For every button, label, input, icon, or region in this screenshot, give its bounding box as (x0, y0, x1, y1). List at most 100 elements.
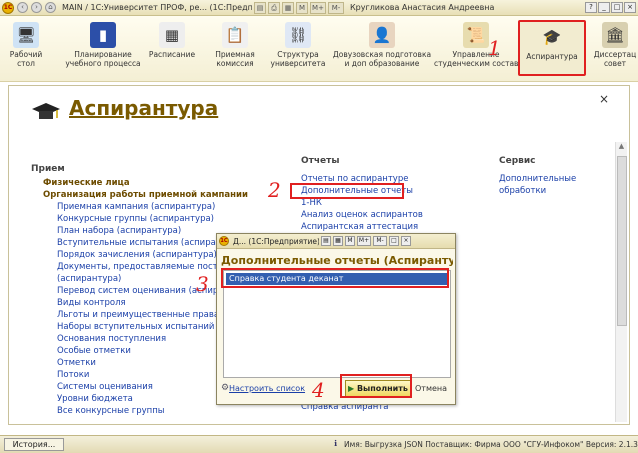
annotation-number: 1 (488, 36, 501, 60)
minimize-icon[interactable]: _ (598, 2, 610, 13)
left-link[interactable]: Порядок зачисления (аспирантура) (57, 250, 217, 260)
help-icon[interactable]: ? (585, 2, 597, 13)
tool-students[interactable]: 📜 Управление студенческим составом (434, 22, 529, 68)
tool-schedule[interactable]: ▦ Расписание (144, 22, 200, 59)
structure-icon: ⛓ (285, 22, 311, 48)
cancel-button[interactable]: Отмена (415, 384, 447, 393)
close-window-icon[interactable]: × (401, 236, 411, 246)
left-link[interactable]: Особые отметки (57, 346, 131, 356)
mplus-button[interactable]: M+ (310, 1, 326, 14)
configure-list-link[interactable]: Настроить список (229, 384, 305, 393)
save-icon[interactable]: ▤ (254, 1, 266, 14)
print-icon[interactable]: ⎙ (268, 1, 280, 14)
title-bar: 1C ‹ › ⌂ MAIN / 1С:Университет ПРОФ, ре.… (0, 0, 638, 16)
dialog-titlebar: 1C Д... (1С:Предприятие) ▤ ▦ M M+ M- □ × (217, 234, 455, 249)
mminus-button[interactable]: M- (328, 1, 344, 14)
left-link[interactable]: Наборы вступительных испытаний (57, 322, 214, 332)
physical-persons-link[interactable]: Физические лица (43, 178, 130, 188)
graduation-cap-icon (32, 103, 60, 119)
annotation-number: 2 (268, 178, 281, 202)
service-header: Сервис (499, 156, 536, 166)
mminus-button[interactable]: M- (373, 236, 387, 246)
tool-label: Рабочий стол (9, 50, 43, 68)
back-icon[interactable]: ‹ (17, 2, 28, 13)
annotation-number: 4 (312, 378, 325, 402)
left-link[interactable]: (аспирантура) (57, 274, 121, 284)
tool-label: Управление студенческим составом (434, 50, 529, 68)
tool-label: Приемная комиссия (215, 50, 255, 68)
close-icon[interactable]: × (599, 92, 609, 106)
tool-structure[interactable]: ⛓ Структура университета (268, 22, 328, 68)
council-icon: 🏛 (602, 22, 628, 48)
m-button[interactable]: M (296, 1, 308, 14)
dialog-heading: Дополнительные отчеты (Аспиранту... (221, 254, 453, 267)
report-link[interactable]: Аспирантская аттестация (301, 222, 418, 232)
tool-postgraduate[interactable]: 🎓 Аспирантура (518, 20, 586, 76)
status-bar: История... ℹ Имя: Выгрузка JSON Поставщи… (0, 435, 638, 453)
sections-toolbar: 🖥 Рабочий стол ▮ Планирование учебного п… (0, 16, 638, 82)
admission-header: Прием (31, 164, 65, 174)
dialog-title: Д... (1С:Предприятие) (233, 236, 319, 246)
clipboard-icon: 📋 (222, 22, 248, 48)
calc-icon[interactable]: ▦ (333, 236, 343, 246)
left-link[interactable]: Льготы и преимущественные права (57, 310, 219, 320)
left-link[interactable]: План набора (аспирантура) (57, 226, 181, 236)
info-icon: ℹ (334, 439, 338, 448)
close-window-icon[interactable]: × (624, 2, 636, 13)
left-link[interactable]: Уровни бюджета (57, 394, 133, 404)
calc-icon[interactable]: ▦ (282, 1, 294, 14)
annotation-box-additional-reports (290, 183, 404, 199)
user-name: Кругликова Анастасия Андреевна (350, 3, 495, 12)
annotation-box-report-item (221, 268, 449, 288)
book-icon: ▮ (90, 22, 116, 48)
tool-label: Планирование учебного процесса (65, 50, 141, 68)
left-link[interactable]: Основания поступления (57, 334, 166, 344)
left-link[interactable]: Виды контроля (57, 298, 126, 308)
home-icon[interactable]: ⌂ (45, 2, 56, 13)
save-icon[interactable]: ▤ (321, 236, 331, 246)
calendar-icon: ▦ (159, 22, 185, 48)
app-logo-icon[interactable]: 1C (2, 1, 14, 14)
certificate-icon: 📜 (463, 22, 489, 48)
tool-council[interactable]: 🏛 Диссертац совет (592, 22, 638, 68)
additional-reports-dialog: 1C Д... (1С:Предприятие) ▤ ▦ M M+ M- □ ×… (216, 233, 456, 405)
maximize-icon[interactable]: □ (389, 236, 399, 246)
page-title: Аспирантура (69, 96, 219, 120)
mplus-button[interactable]: M+ (357, 236, 371, 246)
left-link[interactable]: Потоки (57, 370, 89, 380)
forward-icon[interactable]: › (31, 2, 42, 13)
tool-planning[interactable]: ▮ Планирование учебного процесса (64, 22, 142, 68)
tool-label: Структура университета (270, 50, 326, 68)
left-link[interactable]: Конкурсные группы (аспирантура) (57, 214, 214, 224)
scroll-up-icon[interactable]: ▲ (616, 142, 627, 154)
person-icon: 👤 (369, 22, 395, 48)
left-link[interactable]: Системы оценивания (57, 382, 153, 392)
tool-label: Аспирантура (526, 52, 578, 61)
settings-icon[interactable]: ⚙ (221, 383, 229, 393)
history-button[interactable]: История... (4, 438, 64, 451)
service-link[interactable]: Дополнительные (499, 174, 576, 184)
report-link[interactable]: Анализ оценок аспирантов (301, 210, 423, 220)
tool-desktop[interactable]: 🖥 Рабочий стол (4, 22, 48, 68)
tool-admission[interactable]: 📋 Приемная комиссия (210, 22, 260, 68)
scroll-thumb[interactable] (617, 156, 627, 326)
left-link[interactable]: Отметки (57, 358, 96, 368)
vertical-scrollbar[interactable]: ▲ (615, 142, 627, 422)
tool-label: Диссертац совет (593, 50, 637, 68)
m-button[interactable]: M (345, 236, 355, 246)
window-title: MAIN / 1С:Университет ПРОФ, ре... (1С:Пр… (62, 3, 252, 12)
status-text: Имя: Выгрузка JSON Поставщик: Фирма ООО … (344, 440, 638, 449)
app-logo-icon: 1C (219, 236, 229, 246)
left-link[interactable]: Приемная кампания (аспирантура) (57, 202, 215, 212)
tool-preuniversity[interactable]: 👤 Довузовская подготовка и доп образован… (332, 22, 432, 68)
desktop-icon: 🖥 (13, 22, 39, 48)
annotation-box-execute (340, 374, 412, 398)
annotation-number: 3 (196, 272, 209, 296)
tool-label: Расписание (148, 50, 196, 59)
maximize-icon[interactable]: □ (611, 2, 623, 13)
admission-org-link[interactable]: Организация работы приемной кампании (43, 190, 248, 200)
report-link[interactable]: 1-НК (301, 198, 322, 208)
reports-header: Отчеты (301, 156, 340, 166)
left-link[interactable]: Все конкурсные группы (57, 406, 164, 416)
service-link[interactable]: обработки (499, 186, 546, 196)
